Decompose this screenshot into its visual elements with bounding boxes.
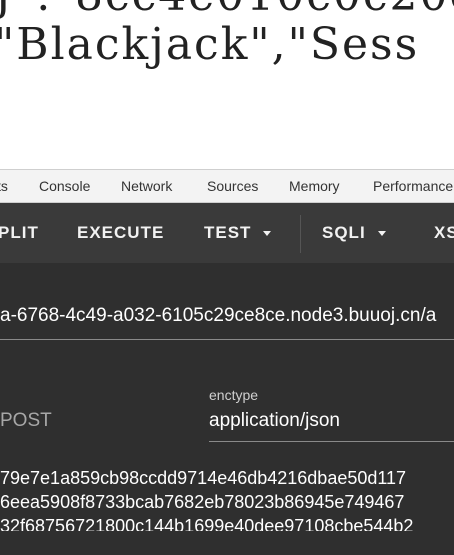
enctype-label: enctype: [209, 387, 259, 403]
tab-elements[interactable]: ts: [0, 170, 8, 202]
split-button[interactable]: PLIT: [0, 203, 39, 263]
tab-sources[interactable]: Sources: [207, 170, 258, 202]
hackbar-panel: a-6768-4c49-a032-6105c29ce8ce.node3.buuo…: [0, 263, 454, 555]
url-input-underline: [0, 339, 454, 340]
body-text-line: 32f68756721800c144b1699e40dee97108cbe544…: [0, 516, 414, 531]
page-text-line: "Blackjack","Sess: [0, 19, 420, 70]
test-button-label: TEST: [204, 223, 252, 242]
url-input[interactable]: a-6768-4c49-a032-6105c29ce8ce.node3.buuo…: [0, 303, 454, 329]
tab-memory[interactable]: Memory: [289, 170, 340, 202]
xss-dropdown-button[interactable]: XS: [434, 203, 454, 263]
chevron-down-icon: [377, 231, 386, 237]
body-text-line: 79e7e1a859cb98ccdd9714e46db4216dbae50d11…: [0, 468, 407, 488]
body-text-line: 6eea5908f8733bcab7682eb78023b86945e74946…: [0, 492, 405, 512]
sqli-dropdown-button[interactable]: SQLI: [322, 203, 386, 263]
tab-console[interactable]: Console: [39, 170, 90, 202]
enctype-select[interactable]: application/json: [209, 408, 340, 434]
page-text-line: J":"8cc4e010c0c20c…: [0, 0, 454, 21]
execute-button[interactable]: EXECUTE: [77, 203, 164, 263]
method-select[interactable]: POST: [0, 409, 52, 433]
sqli-button-label: SQLI: [322, 223, 366, 242]
enctype-underline: [209, 441, 454, 442]
post-body-textarea[interactable]: 79e7e1a859cb98ccdd9714e46db4216dbae50d11…: [0, 466, 454, 531]
chevron-down-icon: [263, 231, 272, 237]
tab-network[interactable]: Network: [121, 170, 172, 202]
hackbar-toolbar: PLIT EXECUTE TEST SQLI XS: [0, 203, 454, 263]
page-content: J":"8cc4e010c0c20c… "Blackjack","Sess: [0, 0, 454, 169]
toolbar-divider: [300, 215, 301, 253]
tab-performance[interactable]: Performance: [373, 170, 453, 202]
devtools-tab-bar: ts Console Network Sources Memory Perfor…: [0, 169, 454, 203]
test-dropdown-button[interactable]: TEST: [204, 203, 272, 263]
